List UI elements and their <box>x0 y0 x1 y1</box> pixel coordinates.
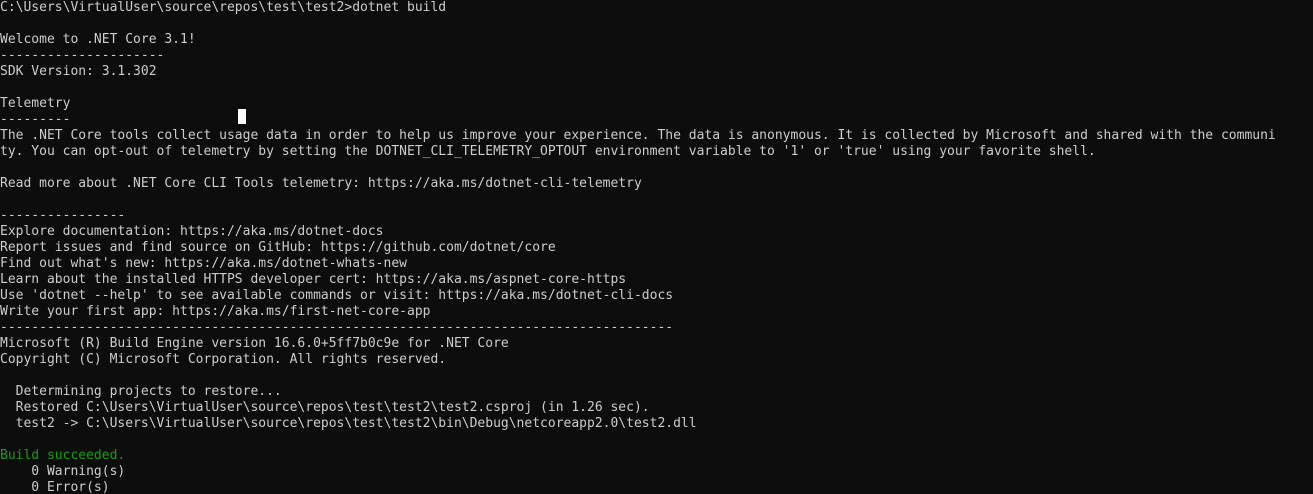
console-output[interactable]: C:\Users\VirtualUser\source\repos\test\t… <box>0 0 1305 494</box>
warning-count-line: 0 Warning(s) <box>0 464 126 479</box>
vertical-scrollbar[interactable] <box>1307 0 1313 494</box>
restored-project-line: Restored C:\Users\VirtualUser\source\rep… <box>0 400 650 415</box>
resources-divider: ---------------- <box>0 208 126 223</box>
first-app-line: Write your first app: https://aka.ms/fir… <box>0 304 431 319</box>
whats-new-line: Find out what's new: https://aka.ms/dotn… <box>0 256 407 271</box>
build-divider: ----------------------------------------… <box>0 320 674 335</box>
welcome-divider: --------------------- <box>0 48 165 63</box>
help-line: Use 'dotnet --help' to see available com… <box>0 288 674 303</box>
welcome-line: Welcome to .NET Core 3.1! <box>0 32 196 47</box>
build-succeeded-line: Build succeeded. <box>0 448 126 463</box>
documentation-line: Explore documentation: https://aka.ms/do… <box>0 224 384 239</box>
telemetry-heading: Telemetry <box>0 96 71 111</box>
report-issues-line: Report issues and find source on GitHub:… <box>0 240 556 255</box>
build-output-line: test2 -> C:\Users\VirtualUser\source\rep… <box>0 416 697 431</box>
telemetry-description-line-2: ty. You can opt-out of telemetry by sett… <box>0 144 1096 159</box>
copyright-line: Copyright (C) Microsoft Corporation. All… <box>0 352 447 367</box>
text-cursor <box>238 109 246 124</box>
https-cert-line: Learn about the installed HTTPS develope… <box>0 272 627 287</box>
restore-status-line: Determining projects to restore... <box>0 384 282 399</box>
command-prompt-line: C:\Users\VirtualUser\source\repos\test\t… <box>0 0 447 15</box>
telemetry-description-line-1: The .NET Core tools collect usage data i… <box>0 128 1276 143</box>
console-window[interactable]: C:\Users\VirtualUser\source\repos\test\t… <box>0 0 1313 494</box>
telemetry-read-more-line: Read more about .NET Core CLI Tools tele… <box>0 176 642 191</box>
sdk-version-line: SDK Version: 3.1.302 <box>0 64 157 79</box>
error-count-line: 0 Error(s) <box>0 480 110 494</box>
telemetry-divider: --------- <box>0 112 71 127</box>
msbuild-version-line: Microsoft (R) Build Engine version 16.6.… <box>0 336 509 351</box>
